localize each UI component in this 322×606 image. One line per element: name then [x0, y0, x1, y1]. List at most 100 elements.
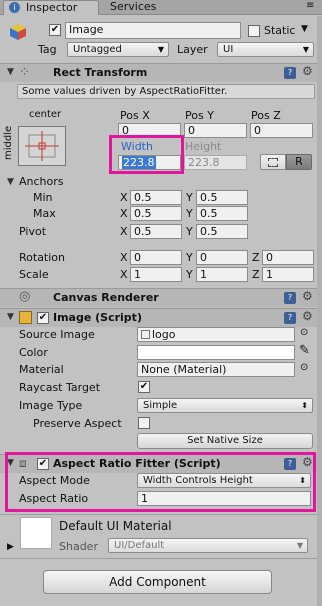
pos-y-field[interactable]: 0 [184, 123, 247, 138]
tag-value: Untagged [73, 44, 122, 55]
scale-z-field[interactable]: 1 [262, 267, 314, 282]
pivot-y-field[interactable]: 0.5 [196, 224, 248, 239]
driven-info-text: Some values driven by AspectRatioFitter. [22, 86, 228, 97]
anchors-label: Anchors [19, 175, 64, 188]
chevron-down-icon: ▼ [296, 541, 303, 550]
rot-y-label: Y [186, 251, 193, 264]
rot-y-field[interactable]: 0 [196, 250, 248, 265]
preserve-aspect-label: Preserve Aspect [33, 417, 122, 430]
source-image-value: logo [152, 328, 176, 341]
anchor-v-label: middle [3, 125, 14, 160]
rot-z-field[interactable]: 0 [262, 250, 314, 265]
scale-y-label: Y [186, 268, 193, 281]
active-checkbox[interactable]: ✔ [49, 24, 61, 36]
driven-info-box: Some values driven by AspectRatioFitter. [17, 84, 315, 99]
material-title: Default UI Material [59, 519, 172, 533]
max-x-label: X [120, 207, 128, 220]
tab-services[interactable]: Services [102, 0, 172, 15]
object-picker-icon[interactable]: ⊙ [300, 362, 308, 373]
min-y-field[interactable]: 0.5 [196, 190, 248, 205]
add-component-button[interactable]: Add Component [43, 570, 272, 594]
image-script-title: Image (Script) [53, 311, 142, 324]
canvas-renderer-title: Canvas Renderer [53, 291, 159, 304]
scale-y-field[interactable]: 1 [196, 267, 248, 282]
material-divider [0, 514, 322, 515]
info-icon: i [9, 2, 20, 13]
max-y-field[interactable]: 0.5 [196, 206, 248, 221]
source-image-field[interactable]: logo [137, 327, 295, 342]
canvas-renderer-icon: ◎ [19, 289, 31, 304]
max-x-field[interactable]: 0.5 [130, 206, 182, 221]
pivot-label: Pivot [19, 225, 47, 238]
tag-dropdown[interactable]: Untagged ▼ [67, 42, 169, 57]
min-x-label: X [120, 191, 128, 204]
eyedropper-icon[interactable]: ✎ [299, 343, 310, 358]
material-label: Material [19, 363, 64, 376]
image-type-dropdown[interactable]: Simple ⬍ [137, 398, 313, 413]
pivot-x-field[interactable]: 0.5 [130, 224, 182, 239]
rotation-label: Rotation [19, 251, 66, 264]
help-icon[interactable]: ? [284, 67, 296, 79]
preserve-aspect-checkbox[interactable] [138, 417, 150, 429]
scale-x-field[interactable]: 1 [130, 267, 182, 282]
anchor-presets-button[interactable] [18, 126, 66, 166]
rot-x-field[interactable]: 0 [130, 250, 182, 265]
raycast-target-label: Raycast Target [19, 381, 101, 394]
raycast-target-checkbox[interactable]: ✔ [138, 381, 150, 393]
material-preview [20, 517, 52, 549]
raw-edit-button[interactable]: R [286, 154, 312, 170]
scrollbar[interactable] [317, 16, 322, 606]
scale-label: Scale [19, 268, 49, 281]
blueprint-mode-button[interactable] [260, 154, 286, 170]
canvas-renderer-header[interactable] [0, 288, 322, 307]
gear-icon[interactable]: ⚙ [302, 309, 313, 323]
rect-transform-header[interactable] [0, 63, 322, 82]
sprite-icon [141, 330, 150, 339]
static-checkbox[interactable] [248, 25, 260, 37]
pivot-x-label: X [120, 225, 128, 238]
panel-menu-icon[interactable]: ≡ [306, 0, 314, 11]
anchor-h-label: center [29, 109, 62, 120]
min-x-field[interactable]: 0.5 [130, 190, 182, 205]
rect-transform-title: Rect Transform [53, 66, 148, 79]
color-label: Color [19, 346, 48, 359]
source-image-label: Source Image [19, 328, 95, 341]
material-field[interactable]: None (Material) [137, 362, 295, 377]
max-y-label: Y [186, 207, 193, 220]
add-component-label: Add Component [109, 575, 206, 589]
color-field[interactable] [137, 345, 295, 360]
static-dropdown-icon[interactable]: ▼ [301, 24, 308, 34]
image-enabled-checkbox[interactable]: ✔ [37, 312, 49, 324]
image-type-value: Simple [143, 400, 178, 411]
layer-value: UI [223, 44, 234, 55]
gameobject-icon [8, 22, 28, 42]
shader-label: Shader [59, 540, 98, 553]
shader-value: UI/Default [114, 540, 165, 551]
pos-z-field[interactable]: 0 [250, 123, 313, 138]
tab-inspector[interactable]: i Inspector [3, 0, 99, 15]
add-component-divider [0, 558, 322, 559]
object-name-field[interactable]: Image [65, 22, 241, 39]
pos-z-label: Pos Z [251, 109, 281, 122]
rot-z-label: Z [252, 251, 260, 264]
gear-icon[interactable]: ⚙ [302, 289, 313, 303]
collapse-arrow-icon[interactable]: ▼ [7, 312, 14, 322]
anchors-arrow-icon[interactable]: ▼ [7, 177, 14, 187]
collapse-arrow-icon[interactable]: ▼ [7, 67, 14, 77]
scale-x-label: X [120, 268, 128, 281]
layer-dropdown[interactable]: UI ▼ [217, 42, 314, 57]
material-expand-arrow-icon[interactable]: ▶ [7, 542, 14, 552]
set-native-size-button[interactable]: Set Native Size [137, 433, 313, 449]
tab-services-label: Services [110, 0, 157, 13]
rect-transform-icon: ⁘ [19, 65, 30, 80]
object-picker-icon[interactable]: ⊙ [300, 327, 308, 338]
pos-y-label: Pos Y [185, 109, 214, 122]
help-icon[interactable]: ? [284, 292, 296, 304]
help-icon[interactable]: ? [284, 312, 296, 324]
pos-x-label: Pos X [120, 109, 150, 122]
aspect-fitter-highlight [5, 452, 316, 512]
layer-label: Layer [177, 43, 208, 56]
gear-icon[interactable]: ⚙ [302, 64, 313, 78]
set-native-size-label: Set Native Size [187, 435, 263, 446]
chevron-down-icon: ▼ [157, 45, 164, 54]
